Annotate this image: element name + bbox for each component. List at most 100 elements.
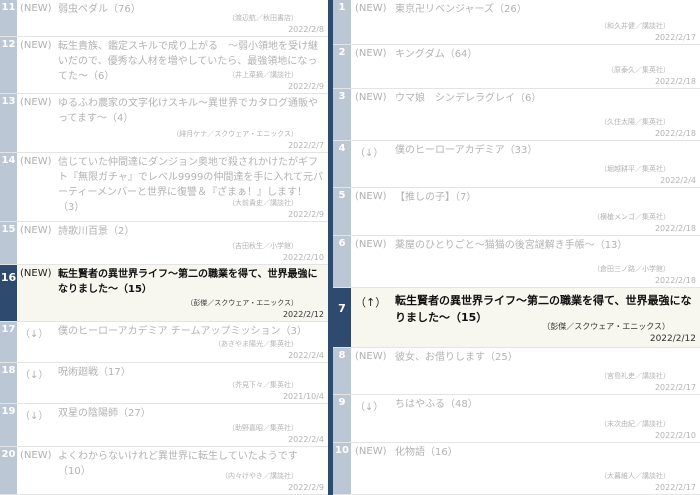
rank-number: 16: [0, 265, 17, 321]
rank-number: 15: [0, 222, 17, 264]
rank-number: 14: [0, 153, 17, 221]
ranking-row[interactable]: 19 （↓） 双星の陰陽師（27） （助野嘉昭／集英社） 2022/2/4: [0, 404, 328, 447]
ranking-row[interactable]: 2 (NEW) キングダム（64） （原泰久／集英社） 2022/2/18: [333, 45, 700, 89]
ranking-column-left: 11 (NEW) 弱虫ペダル（76） （渡辺航／秋田書店） 2022/2/8 12 (NEW…: [0, 0, 328, 495]
rank-number: 12: [0, 37, 17, 93]
release-date: 2022/2/17: [654, 33, 696, 42]
manga-title-link[interactable]: 僕のヒーローアカデミア（33）: [395, 143, 696, 158]
author-publisher: （和久井健／講談社）: [600, 22, 670, 30]
ranking-row[interactable]: 5 (NEW) 【推しの子】（7） （横槍メンゴ／集英社） 2022/2/18: [333, 188, 700, 236]
rank-number: 3: [333, 89, 351, 140]
rank-number: 4: [333, 141, 351, 187]
release-date: 2022/2/18: [654, 129, 696, 138]
manga-title-link[interactable]: キングダム（64）: [395, 47, 696, 62]
rank-number: 2: [333, 45, 351, 88]
ranking-row[interactable]: 7 （↑） 転生賢者の異世界ライフ～第二の職業を得て、世界最強になりました～（15）…: [333, 288, 700, 348]
rank-number: 17: [0, 322, 17, 362]
author-publisher: （大前貴史／講談社）: [228, 199, 298, 207]
manga-title-link[interactable]: 転生賢者の異世界ライフ～第二の職業を得て、世界最強になりました～（15）: [58, 267, 324, 297]
manga-title-link[interactable]: 彼女、お借りします（25）: [395, 350, 696, 365]
ranking-row[interactable]: 13 (NEW) ゆるふわ農家の文字化けスキル～異世界でカタログ通販やってます～（4…: [0, 94, 328, 153]
release-date: 2022/2/7: [288, 141, 324, 150]
ranking-row[interactable]: 11 (NEW) 弱虫ペダル（76） （渡辺航／秋田書店） 2022/2/8: [0, 0, 328, 37]
author-publisher: （あきやま陽光／集英社）: [214, 340, 298, 348]
rank-number: 7: [333, 288, 351, 347]
rank-change-status: （↓）: [20, 411, 49, 422]
rank-change-status: (NEW): [355, 191, 387, 202]
manga-title-link[interactable]: ウマ娘 シンデレラグレイ（6）: [395, 91, 696, 106]
release-date: 2022/2/18: [654, 77, 696, 86]
author-publisher: （久住太陽／集英社）: [600, 118, 670, 126]
ranking-row[interactable]: 6 (NEW) 薬屋のひとりごと～猫猫の後宮謎解き手帳～（13） （倉田三ノ路／小学館…: [333, 236, 700, 288]
author-publisher: （大暮維人／講談社）: [600, 472, 670, 480]
rank-number: 5: [333, 188, 351, 235]
rank-number: 10: [333, 443, 351, 494]
ranking-row[interactable]: 9 （↓） ちはやふる（48） （末次由紀／講談社） 2022/2/10: [333, 395, 700, 443]
manga-title-link[interactable]: ちはやふる（48）: [395, 397, 696, 412]
manga-title-link[interactable]: 東京卍リベンジャーズ（26）: [395, 2, 696, 17]
author-publisher: （彭傑／スクウェア・エニックス）: [186, 299, 298, 307]
ranking-row[interactable]: 17 （↓） 僕のヒーローアカデミア チームアップミッション（3） （あきやま陽光／集…: [0, 322, 328, 363]
ranking-row[interactable]: 1 (NEW) 東京卍リベンジャーズ（26） （和久井健／講談社） 2022/2/17: [333, 0, 700, 45]
ranking-row[interactable]: 14 (NEW) 信じていた仲間達にダンジョン奥地で殺されかけたがギフト『無限ガチャ…: [0, 153, 328, 222]
manga-title-link[interactable]: 双星の陰陽師（27）: [58, 406, 324, 421]
ranking-row[interactable]: 20 (NEW) よくわからないけれど異世界に転生していたようです（10） （内々けや…: [0, 447, 328, 495]
rank-change-status: （↓）: [20, 329, 49, 340]
release-date: 2022/2/18: [654, 224, 696, 233]
rank-number: 11: [0, 0, 17, 36]
manga-title-link[interactable]: 呪術廻戦（17）: [58, 365, 324, 380]
release-date: 2022/2/4: [288, 351, 324, 360]
ranking-row[interactable]: 10 (NEW) 化物語（16） （大暮維人／講談社） 2022/2/17: [333, 443, 700, 495]
author-publisher: （宮島礼吏／講談社）: [600, 372, 670, 380]
release-date: 2022/2/4: [288, 435, 324, 444]
release-date: 2022/2/12: [649, 334, 696, 344]
author-publisher: （芥見下々／集英社）: [228, 381, 298, 389]
author-publisher: （助野嘉昭／集英社）: [228, 424, 298, 432]
manga-title-link[interactable]: 化物語（16）: [395, 445, 696, 460]
rank-number: 18: [0, 363, 17, 403]
ranking-column-right: 1 (NEW) 東京卍リベンジャーズ（26） （和久井健／講談社） 2022/2/17 2…: [333, 0, 700, 495]
release-date: 2022/2/4: [660, 176, 696, 185]
release-date: 2022/2/9: [288, 210, 324, 219]
author-publisher: （堀越耕平／集英社）: [600, 165, 670, 173]
manga-title-link[interactable]: 薬屋のひとりごと～猫猫の後宮謎解き手帳～（13）: [395, 238, 696, 253]
rank-number: 1: [333, 0, 351, 44]
rank-number: 9: [333, 395, 351, 442]
rank-change-status: (NEW): [355, 239, 387, 250]
rank-change-status: （↓）: [355, 402, 384, 413]
author-publisher: （横槍メンゴ／集英社）: [593, 213, 670, 221]
release-date: 2022/2/9: [288, 82, 324, 91]
author-publisher: （原泰久／集英社）: [607, 66, 670, 74]
rank-change-status: (NEW): [20, 3, 52, 14]
ranking-row[interactable]: 18 （↓） 呪術廻戦（17） （芥見下々／集英社） 2021/10/4: [0, 363, 328, 404]
release-date: 2022/2/10: [654, 431, 696, 440]
rank-change-status: (NEW): [20, 450, 52, 461]
rank-change-status: (NEW): [20, 40, 52, 51]
ranking-row[interactable]: 12 (NEW) 転生貴族、鑑定スキルで成り上がる ～弱小領地を受け継いだので、優秀…: [0, 37, 328, 94]
rank-change-status: (NEW): [355, 3, 387, 14]
manga-title-link[interactable]: 【推しの子】（7）: [395, 190, 696, 205]
ranking-row[interactable]: 8 (NEW) 彼女、お借りします（25） （宮島礼吏／講談社） 2022/2/17: [333, 348, 700, 395]
manga-title-link[interactable]: 僕のヒーローアカデミア チームアップミッション（3）: [58, 324, 324, 339]
ranking-row[interactable]: 3 (NEW) ウマ娘 シンデレラグレイ（6） （久住太陽／集英社） 2022/2/18: [333, 89, 700, 141]
ranking-row[interactable]: 15 (NEW) 詩歌川百景（2） （吉田秋生／小学館） 2022/2/10: [0, 222, 328, 265]
release-date: 2021/10/4: [282, 392, 324, 401]
rank-change-status: (NEW): [20, 268, 52, 279]
rank-number: 19: [0, 404, 17, 446]
manga-title-link[interactable]: ゆるふわ農家の文字化けスキル～異世界でカタログ通販やってます～（4）: [58, 96, 324, 126]
release-date: 2022/2/10: [282, 253, 324, 262]
rank-change-status: （↑）: [355, 296, 387, 309]
author-publisher: （渡辺航／秋田書店）: [228, 14, 298, 22]
release-date: 2022/2/18: [654, 276, 696, 285]
ranking-row[interactable]: 16 (NEW) 転生賢者の異世界ライフ～第二の職業を得て、世界最強になりました～（…: [0, 265, 328, 322]
rank-number: 6: [333, 236, 351, 287]
release-date: 2022/2/17: [654, 383, 696, 392]
release-date: 2022/2/8: [288, 25, 324, 34]
author-publisher: （倉田三ノ路／小学館）: [593, 265, 670, 273]
release-date: 2022/2/9: [288, 483, 324, 492]
rank-change-status: (NEW): [355, 446, 387, 457]
author-publisher: （井上菜摘／講談社）: [228, 71, 298, 79]
ranking-row[interactable]: 4 （↓） 僕のヒーローアカデミア（33） （堀越耕平／集英社） 2022/2/4: [333, 141, 700, 188]
manga-title-link[interactable]: 詩歌川百景（2）: [58, 224, 324, 239]
rank-change-status: (NEW): [355, 48, 387, 59]
